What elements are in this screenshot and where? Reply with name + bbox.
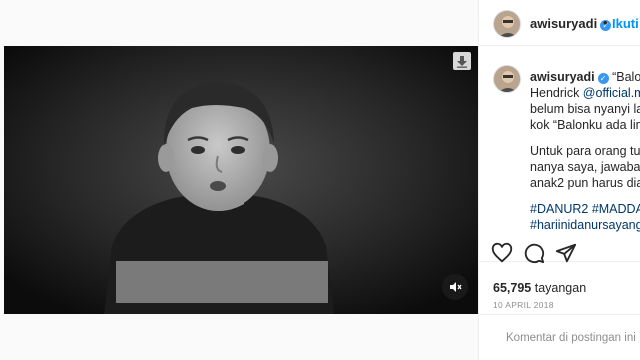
caption-paragraph2-line-1: Untuk para orang tua <box>530 144 640 158</box>
comment-input[interactable]: Komentar di postingan ini ... <box>506 332 640 344</box>
separator-dot: • <box>603 15 608 30</box>
caption-line-2: Hendrick <box>530 86 583 100</box>
hashtag-line-1[interactable]: #DANUR2 #MADDAH <box>530 201 640 217</box>
caption-paragraph2-line-2: nanya saya, jawabann <box>530 160 640 174</box>
mute-button[interactable] <box>442 274 468 300</box>
header-username-text[interactable]: awisuryadi <box>530 16 597 31</box>
post-sidebar: awisuryadi✓ • Ikuti awisuryadi✓ “Balonk … <box>478 0 640 360</box>
comment-icon[interactable] <box>523 242 545 264</box>
view-count[interactable]: 65,795 tayangan <box>493 281 586 295</box>
avatar[interactable] <box>493 10 521 38</box>
caption-line-1: “Balonk <box>612 70 640 84</box>
video-frame <box>4 46 478 314</box>
avatar[interactable] <box>493 65 521 93</box>
share-icon[interactable] <box>555 242 577 264</box>
download-icon[interactable] <box>453 52 471 70</box>
follow-button[interactable]: Ikuti <box>612 16 639 31</box>
hashtag-line-2[interactable]: #hariinidanursayang <box>530 217 640 233</box>
verified-badge-icon: ✓ <box>597 73 609 84</box>
heart-icon[interactable] <box>491 242 513 264</box>
post-date[interactable]: 10 APRIL 2018 <box>493 300 554 310</box>
caption-username[interactable]: awisuryadi <box>530 70 595 84</box>
view-count-label: tayangan <box>534 281 587 295</box>
header-username[interactable]: awisuryadi ✓ <box>530 16 612 31</box>
caption-paragraph2-line-3: anak2 pun harus diaja <box>530 176 640 190</box>
post-header: awisuryadi ✓ • Ikuti <box>479 0 640 46</box>
view-count-number: 65,795 <box>493 281 532 295</box>
video-player[interactable] <box>4 46 478 314</box>
comment-bar: Komentar di postingan ini ... <box>479 314 640 360</box>
caption-line-4: kok “Balonku ada lima <box>530 118 640 132</box>
caption-line-3: belum bisa nyanyi lag <box>530 102 640 116</box>
mention-link[interactable]: @official.ma <box>583 86 640 100</box>
caption-section: awisuryadi✓ “Balonk Hendrick @official.m… <box>479 47 640 262</box>
mute-icon <box>450 282 462 292</box>
caption-text: awisuryadi✓ “Balonk Hendrick @official.m… <box>530 69 640 233</box>
